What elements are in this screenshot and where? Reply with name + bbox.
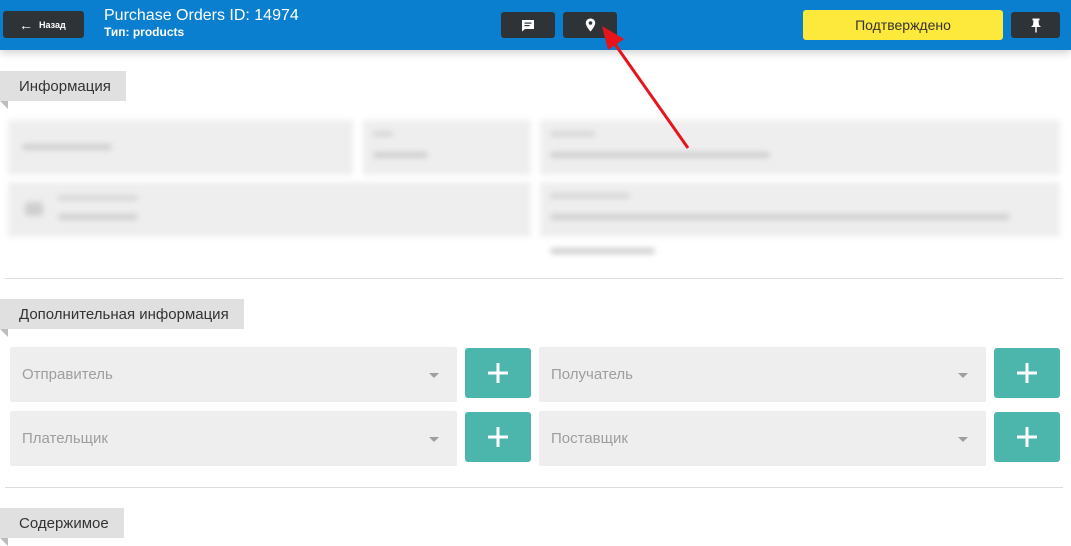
annotation-arrow (602, 26, 690, 149)
